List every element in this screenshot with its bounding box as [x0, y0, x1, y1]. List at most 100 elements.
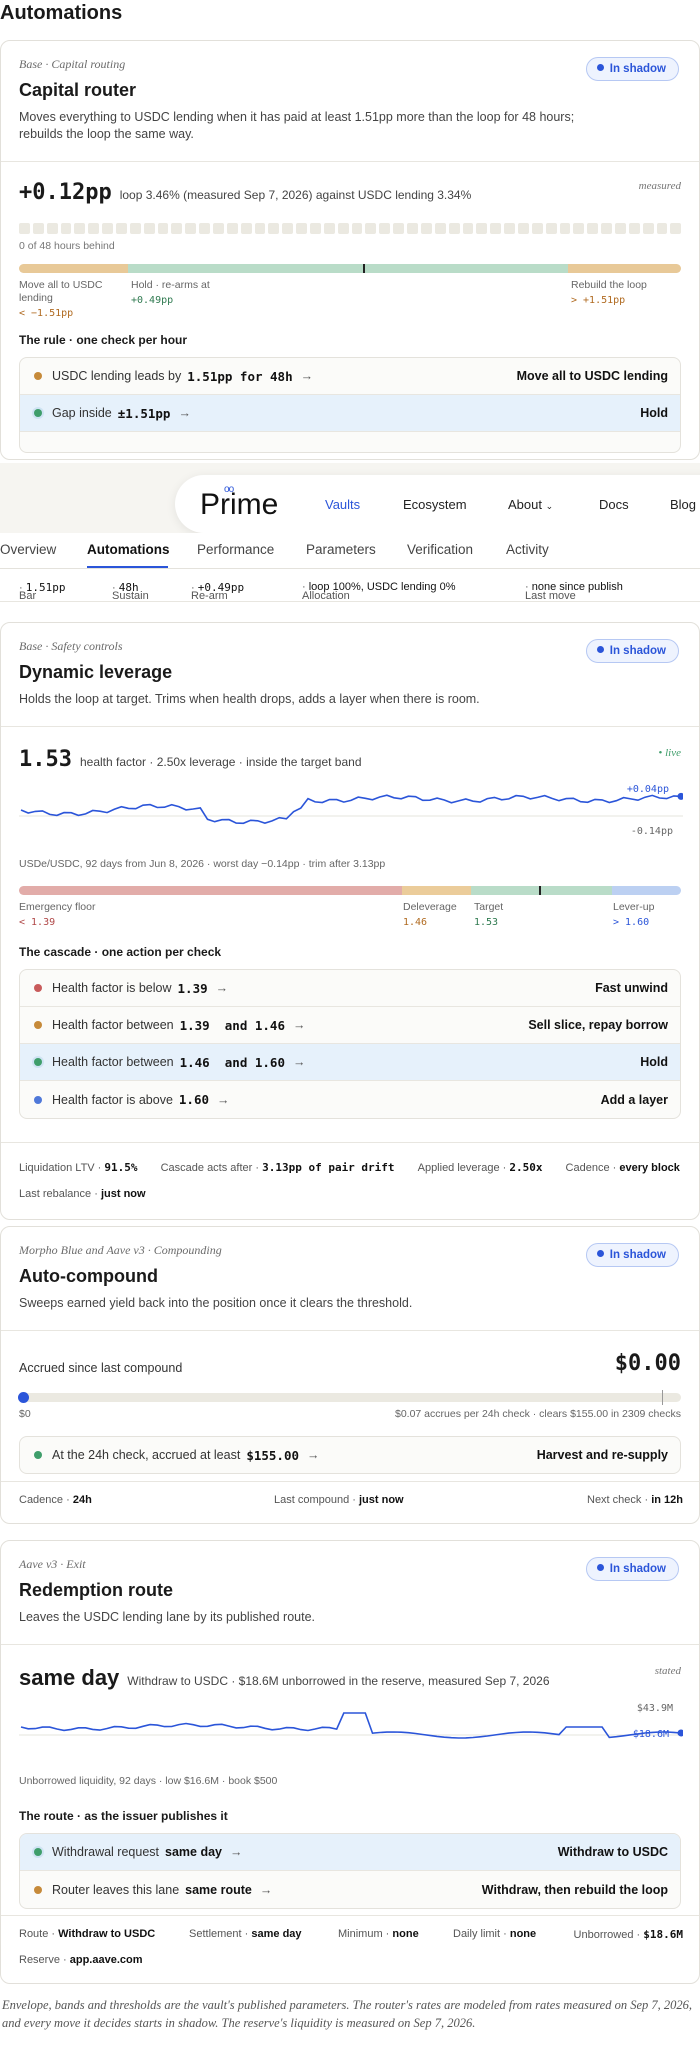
dynamic-leverage-card: Base · Safety controls Dynamic leverage …: [0, 622, 700, 1220]
card-description: Moves everything to USDC lending when it…: [19, 110, 575, 141]
nav-link-docs[interactable]: Docs: [599, 497, 629, 512]
arrow-right-icon: →: [292, 1055, 306, 1069]
hour-cell: [476, 223, 488, 234]
capital-parameter-strip: Bar · 1.51pp Sustain · 48h Re-arm · +0.4…: [0, 572, 700, 602]
rule-row[interactable]: USDC lending leads by 1.51pp for 48h → M…: [20, 358, 680, 395]
hour-cell: [642, 223, 654, 234]
accrued-label: Accrued since last compound: [19, 1361, 183, 1375]
route-list: Withdrawal request same day → Withdraw t…: [19, 1833, 681, 1909]
rule-row[interactable]: Withdrawal request same day → Withdraw t…: [20, 1834, 680, 1871]
hour-cell: [365, 223, 377, 234]
prime-logo[interactable]: Pr oo ime: [200, 484, 278, 522]
badge-label: In shadow: [609, 63, 666, 75]
footer-item: Route · Withdraw to USDC: [19, 1928, 156, 1940]
band-label-target: Target 1.53: [474, 901, 504, 928]
hour-cell: [32, 223, 44, 234]
rule-action: Harvest and re-supply: [536, 1448, 668, 1462]
tab-parameters[interactable]: Parameters: [306, 542, 376, 557]
rule-value: same day: [165, 1845, 222, 1859]
green-dot-icon: [34, 409, 42, 417]
chart-caption: Unborrowed liquidity, 92 days · low $16.…: [19, 1775, 278, 1787]
band-label-rebuild: Rebuild the loop > +1.51pp: [571, 279, 647, 306]
hour-cell: [323, 223, 335, 234]
status-badge[interactable]: In shadow: [585, 1243, 679, 1267]
tab-activity[interactable]: Activity: [506, 542, 549, 557]
gap-metric-detail: loop 3.46% (measured Sep 7, 2026) agains…: [119, 188, 472, 202]
hour-cell: [393, 223, 405, 234]
rule-condition: Health factor is below: [52, 981, 172, 995]
hour-cell: [628, 223, 640, 234]
rule-value: 1.39 and 1.46: [179, 1017, 285, 1033]
arrow-right-icon: →: [300, 369, 314, 383]
rule-row[interactable]: Health factor is below 1.39 → Fast unwin…: [20, 970, 680, 1007]
hours-grid: [19, 223, 682, 234]
tab-verification[interactable]: Verification: [407, 542, 473, 557]
settlement-metric: same day: [19, 1665, 120, 1690]
rule-condition: Health factor between: [52, 1055, 174, 1069]
hour-cell: [185, 223, 197, 234]
hour-cell: [656, 223, 668, 234]
status-badge[interactable]: In shadow: [585, 1557, 679, 1581]
band-segment-deleverage: [401, 886, 472, 895]
settlement-detail: Withdraw to USDC · $18.6M unborrowed in …: [127, 1674, 550, 1688]
redemption-footer: Route · Withdraw to USDC Settlement · sa…: [1, 1915, 699, 1983]
footer-item: Reserve · app.aave.com: [19, 1954, 143, 1966]
band-segment-move: [19, 264, 128, 273]
strip-item: Bar · 1.51pp: [19, 581, 66, 602]
footer-item: Last compound · just now: [274, 1494, 404, 1506]
hour-cell: [670, 223, 682, 234]
nav-link-ecosystem[interactable]: Ecosystem: [403, 497, 467, 512]
nav-link-blog[interactable]: Blog: [670, 497, 696, 512]
footer-item: Cascade acts after · 3.13pp of pair drif…: [160, 1161, 395, 1174]
status-dot-icon: [596, 1564, 604, 1571]
card-eyebrow: Aave v3 · Exit: [19, 1557, 86, 1571]
footer-item: Last rebalance · just now: [19, 1188, 146, 1200]
rule-row[interactable]: Router leaves this lane same route → Wit…: [20, 1871, 680, 1908]
rule-row[interactable]: At the 24h check, accrued at least $155.…: [20, 1437, 680, 1473]
tab-automations[interactable]: Automations: [87, 542, 170, 557]
hour-cell: [74, 223, 86, 234]
rule-row[interactable]: Health factor between 1.46 and 1.60 → Ho…: [20, 1044, 680, 1081]
band-label-hold: Hold · re-arms at +0.49pp: [131, 279, 210, 306]
nav-link-vaults[interactable]: Vaults: [325, 497, 360, 512]
hour-cell: [268, 223, 280, 234]
accrued-value: $0.00: [614, 1351, 681, 1376]
arrow-right-icon: →: [259, 1882, 273, 1897]
band-label-move: Move all to USDC lending < −1.51pp: [19, 279, 103, 319]
auto-compound-card: Morpho Blue and Aave v3 · Compounding Au…: [0, 1226, 700, 1524]
status-badge[interactable]: In shadow: [585, 639, 679, 663]
card-eyebrow: Base · Capital routing: [19, 57, 126, 71]
page-title: Automations: [0, 2, 123, 24]
hours-note: 0 of 48 hours behind: [19, 240, 115, 252]
tab-performance[interactable]: Performance: [197, 542, 274, 557]
card-title: Dynamic leverage: [19, 662, 173, 682]
chart-series-line: [20, 794, 682, 825]
stated-tag: stated: [654, 1665, 681, 1677]
hour-cell: [60, 223, 72, 234]
hour-cell: [448, 223, 460, 234]
nav-link-about[interactable]: About ⌄: [508, 497, 553, 512]
band-label-floor: Emergency floor < 1.39: [19, 901, 96, 928]
liquidity-chart-svg: [19, 1712, 685, 1739]
status-badge[interactable]: In shadow: [585, 57, 679, 81]
rule-row[interactable]: Gap inside ±1.51pp → Hold: [20, 395, 680, 432]
tab-overview[interactable]: Overview: [0, 542, 56, 557]
health-factor-metric: 1.53: [19, 747, 72, 772]
rule-condition: Withdrawal request: [52, 1845, 159, 1859]
hour-cell: [379, 223, 391, 234]
progress-right-label: $0.07 accrues per 24h check · clears $15…: [394, 1408, 681, 1420]
hour-cell: [226, 223, 238, 234]
arrow-right-icon: →: [229, 1845, 243, 1859]
band-label-lever-up: Lever-up > 1.60: [613, 901, 655, 928]
hour-cell: [282, 223, 294, 234]
drift-chart: +0.04pp -0.14pp: [19, 784, 685, 848]
status-dot-icon: [596, 64, 604, 71]
rule-action: Hold: [640, 406, 668, 420]
amber-dot-icon: [34, 1021, 42, 1029]
rule-row[interactable]: Health factor between 1.39 and 1.46 → Se…: [20, 1007, 680, 1044]
strip-item: Sustain · 48h: [112, 581, 149, 602]
leverage-footer: Liquidation LTV · 91.5% Cascade acts aft…: [1, 1142, 699, 1219]
status-dot-icon: [596, 646, 604, 653]
rule-row[interactable]: Health factor is above 1.60 → Add a laye…: [20, 1081, 680, 1118]
footer-item: Liquidation LTV · 91.5%: [19, 1161, 138, 1174]
